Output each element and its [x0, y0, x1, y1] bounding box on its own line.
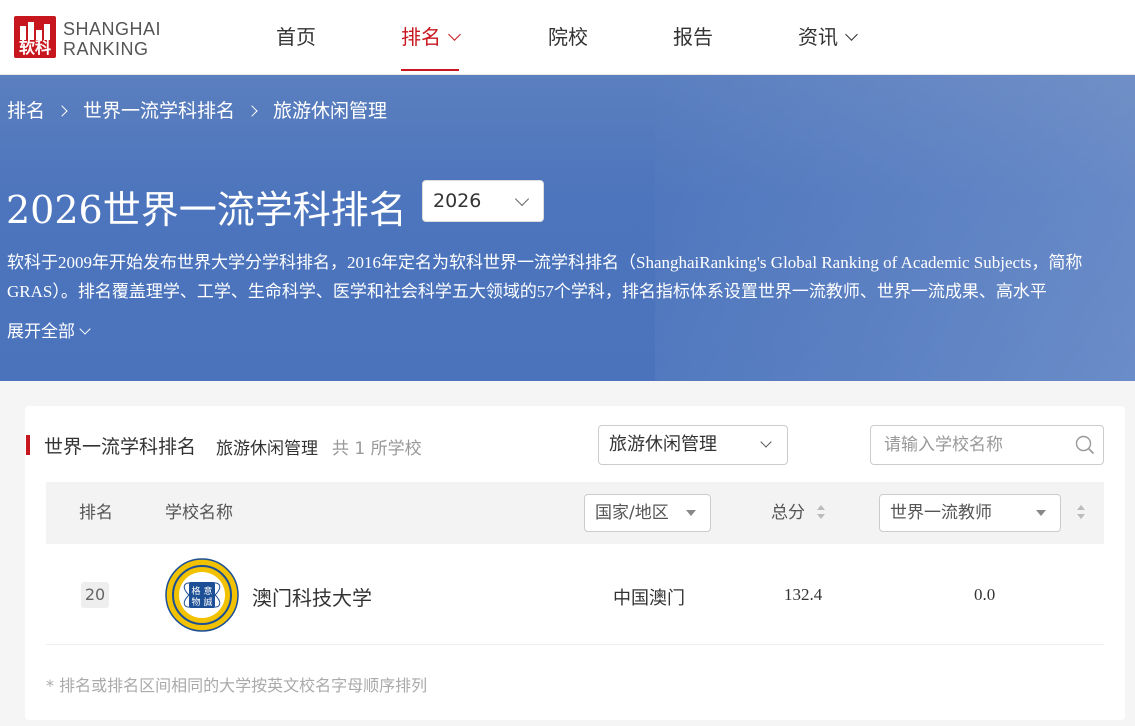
breadcrumb-item-subject: 旅游休闲管理	[273, 100, 388, 122]
chevron-down-icon	[760, 436, 772, 448]
nav-label: 首页	[276, 25, 316, 49]
chevron-down-icon	[79, 323, 91, 335]
table-header: 排名 学校名称 国家/地区 总分 世界一流教师	[46, 482, 1104, 544]
sort-indicator-icon[interactable]	[1077, 505, 1085, 521]
region-filter-select[interactable]: 国家/地区	[584, 494, 711, 532]
chevron-down-icon	[845, 28, 858, 41]
table-row[interactable]: 20 格 意 物 誠 澳门科技大学 中国澳门 132.4 0.0	[46, 544, 1104, 645]
caret-down-icon	[1036, 510, 1046, 516]
nav-item-home[interactable]: 首页	[276, 0, 316, 74]
col-header-name: 学校名称	[165, 503, 233, 523]
nav-label: 院校	[548, 25, 588, 49]
expand-all-label: 展开全部	[7, 322, 75, 342]
year-select-value: 2026	[433, 190, 482, 212]
school-search-input[interactable]	[871, 426, 1071, 464]
hero-banner: 排名 世界一流学科排名 旅游休闲管理 2026世界一流学科排名 2026 软科于20…	[0, 75, 1135, 381]
nav-label: 资讯	[798, 25, 838, 49]
caret-down-icon	[686, 510, 696, 516]
chevron-down-icon	[514, 191, 530, 207]
year-select[interactable]: 2026	[422, 180, 544, 222]
col-header-score-label: 总分	[771, 503, 805, 523]
subject-select[interactable]: 旅游休闲管理	[598, 425, 788, 465]
subject-select-value: 旅游休闲管理	[609, 434, 717, 455]
ranking-description: 软科于2009年开始发布世界大学分学科排名，2016年定名为软科世界一流学科排名…	[7, 253, 1083, 301]
nav-item-rankings[interactable]: 排名	[401, 0, 461, 74]
nav-label: 排名	[401, 25, 441, 49]
page-title: 2026世界一流学科排名	[6, 188, 407, 232]
ranking-footnote: * 排名或排名区间相同的大学按英文校名字母顺序排列	[46, 676, 428, 695]
logo-line2: RANKING	[63, 39, 149, 59]
logo-mark: 软科	[14, 16, 56, 58]
rank-badge: 20	[81, 582, 109, 608]
school-search	[870, 425, 1104, 465]
indicator-select[interactable]: 世界一流教师	[879, 494, 1061, 532]
nav-label: 报告	[673, 25, 713, 49]
school-count: 共 1 所学校	[332, 439, 422, 459]
col-header-score[interactable]: 总分	[771, 482, 805, 544]
expand-all-link[interactable]: 展开全部	[7, 317, 91, 342]
sort-score-icon[interactable]	[817, 505, 825, 521]
banner-decoration	[655, 75, 1135, 381]
indicator-score: 0.0	[974, 585, 996, 604]
university-region: 中国澳门	[613, 588, 685, 609]
title-accent-bar	[26, 435, 30, 455]
university-name[interactable]: 澳门科技大学	[252, 582, 372, 611]
university-score: 132.4	[784, 585, 823, 604]
indicator-select-label: 世界一流教师	[890, 503, 992, 523]
emblem-char: 格	[191, 585, 200, 597]
ranking-subject: 旅游休闲管理	[216, 439, 318, 459]
chevron-right-icon	[56, 105, 68, 117]
top-header: 软科 SHANGHAI RANKING 首页 排名 院校 报告 资讯	[0, 0, 1135, 75]
search-icon[interactable]	[1075, 435, 1095, 455]
nav-item-institutions[interactable]: 院校	[548, 0, 588, 74]
logo-mark-text: 软科	[18, 38, 51, 57]
ranking-title: 世界一流学科排名	[44, 436, 197, 458]
site-logo[interactable]: 软科 SHANGHAI RANKING	[14, 14, 161, 60]
col-header-rank: 排名	[79, 503, 113, 523]
emblem-char: 誠	[203, 596, 212, 608]
ranking-card: 世界一流学科排名 旅游休闲管理 共 1 所学校 旅游休闲管理 排名 学校名称 国…	[25, 406, 1125, 720]
logo-wordmark: SHANGHAI RANKING	[63, 19, 161, 59]
breadcrumb-item-gras[interactable]: 世界一流学科排名	[83, 100, 235, 122]
logo-bars-icon	[20, 22, 50, 40]
chevron-down-icon	[448, 28, 461, 41]
region-filter-label: 国家/地区	[595, 503, 669, 523]
logo-line1: SHANGHAI	[63, 19, 162, 39]
university-emblem: 格 意 物 誠	[165, 558, 239, 632]
emblem-char: 意	[203, 585, 212, 597]
emblem-char: 物	[191, 596, 200, 608]
nav-item-news[interactable]: 资讯	[798, 0, 858, 74]
nav-item-reports[interactable]: 报告	[673, 0, 713, 74]
chevron-right-icon	[246, 105, 258, 117]
breadcrumb: 排名 世界一流学科排名 旅游休闲管理	[7, 96, 387, 123]
breadcrumb-item-rankings[interactable]: 排名	[7, 100, 45, 122]
